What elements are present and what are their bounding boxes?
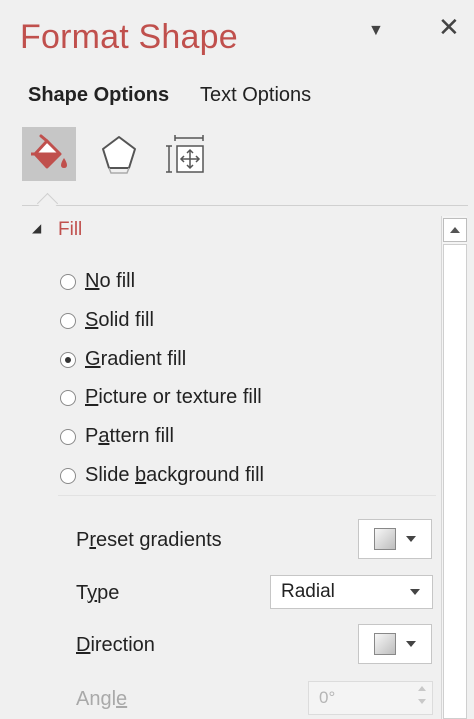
gradient-swatch-icon [374,528,396,550]
radio-label: Pattern fill [85,425,174,447]
scroll-up-arrow-icon [450,227,460,233]
effects-tab[interactable] [92,127,146,181]
fill-section-header[interactable]: Fill [58,219,82,241]
radio-pattern-fill[interactable]: Pattern fill [60,425,174,448]
dropdown-arrow-icon [410,589,420,595]
tab-separator [22,205,468,206]
angle-label: Angle [76,688,128,710]
close-icon[interactable]: ✕ [438,14,460,40]
preset-gradients-dropdown[interactable] [358,519,432,559]
scroll-thumb[interactable] [443,244,467,719]
radio-button[interactable] [60,312,76,329]
scroll-up-button[interactable] [443,218,467,242]
type-select[interactable]: Radial [270,575,433,609]
size-properties-icon [166,135,204,173]
radio-button[interactable] [60,389,76,406]
radio-label: No fill [85,270,136,292]
effects-icon [102,136,136,174]
direction-swatch-icon [374,633,396,655]
spin-down-icon [418,699,426,704]
angle-spinner: 0° [308,681,433,715]
task-pane-options-icon[interactable]: ▼ [368,22,384,40]
selected-tab-indicator [36,192,59,215]
tab-text-options[interactable]: Text Options [200,84,311,107]
group-divider [58,495,436,496]
fill-line-tab[interactable] [22,127,76,181]
direction-label: Direction [76,634,155,656]
tab-shape-options[interactable]: Shape Options [28,84,169,107]
pane-title: Format Shape [20,18,238,56]
fill-line-icon [31,134,67,169]
radio-button[interactable] [60,351,76,368]
dropdown-arrow-icon [406,641,416,647]
radio-button[interactable] [60,273,76,290]
radio-label: Gradient fill [85,348,187,370]
preset-gradients-label: Preset gradients [76,529,222,551]
type-label: Type [76,582,120,604]
collapse-caret-icon[interactable]: ◢ [32,221,41,235]
radio-label: Picture or texture fill [85,386,262,408]
angle-value: 0° [319,688,336,707]
radio-button[interactable] [60,467,76,484]
type-select-value: Radial [281,581,335,602]
radio-picture-texture-fill[interactable]: Picture or texture fill [60,386,262,409]
spin-up-icon [418,686,426,691]
radio-slide-background-fill[interactable]: Slide background fill [60,464,264,487]
dropdown-arrow-icon [406,536,416,542]
radio-solid-fill[interactable]: Solid fill [60,309,154,332]
radio-label: Slide background fill [85,464,264,486]
direction-dropdown[interactable] [358,624,432,664]
radio-gradient-fill[interactable]: Gradient fill [60,348,186,371]
radio-button[interactable] [60,428,76,445]
radio-label: Solid fill [85,309,154,331]
size-properties-tab[interactable] [160,127,214,181]
radio-no-fill[interactable]: No fill [60,270,135,293]
